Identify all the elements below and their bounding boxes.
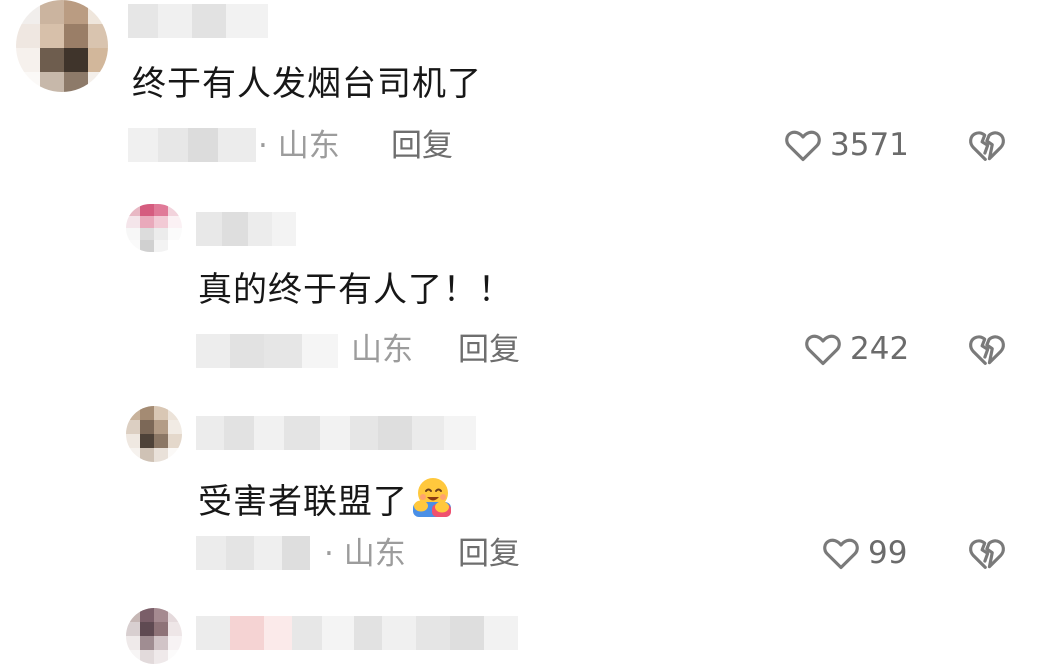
location-label: · 山东 (324, 536, 406, 572)
heart-outline-icon (805, 334, 841, 366)
timestamp-blurred (196, 334, 338, 368)
dislike-button[interactable] (966, 124, 1008, 166)
avatar[interactable] (126, 406, 182, 462)
timestamp-blurred (128, 128, 256, 162)
broken-heart-icon (969, 335, 1005, 365)
comment-text-content: 受害者联盟了 (198, 482, 408, 522)
reply-item: 真的终于有人了！！ 山东 回复 242 (0, 200, 1055, 400)
location-label: · 山东 (258, 128, 340, 164)
reply-button[interactable]: 回复 (391, 128, 453, 164)
comment-item: 终于有人发烟台司机了 · 山东 回复 3571 (0, 0, 1055, 200)
like-count: 3571 (830, 127, 909, 163)
like-button[interactable]: 3571 (782, 122, 909, 168)
heart-outline-icon (785, 130, 821, 162)
reply-button[interactable]: 回复 (458, 536, 520, 572)
hugging-face-emoji (413, 478, 451, 517)
timestamp-blurred (196, 536, 310, 570)
like-count: 99 (868, 535, 908, 571)
username-blurred[interactable] (128, 4, 268, 38)
like-count: 242 (850, 331, 910, 367)
broken-heart-icon (969, 131, 1005, 161)
username-blurred[interactable] (196, 416, 476, 450)
comment-text: 受害者联盟了 (198, 474, 454, 522)
reply-item: 受害者联盟了 · 山东 回复 99 (0, 400, 1055, 600)
comment-text: 真的终于有人了！！ (198, 270, 513, 310)
like-button[interactable]: 242 (802, 326, 909, 372)
reply-button[interactable]: 回复 (458, 332, 520, 368)
avatar[interactable] (16, 0, 108, 92)
comment-text: 终于有人发烟台司机了 (132, 64, 482, 104)
reply-item-partial (0, 600, 1055, 664)
location-label: 山东 (351, 332, 413, 368)
broken-heart-icon (969, 539, 1005, 569)
like-button[interactable]: 99 (820, 530, 907, 576)
dislike-button[interactable] (966, 328, 1008, 370)
avatar[interactable] (126, 608, 182, 664)
username-blurred[interactable] (196, 212, 296, 246)
avatar[interactable] (126, 204, 182, 252)
dislike-button[interactable] (966, 532, 1008, 574)
heart-outline-icon (823, 538, 859, 570)
